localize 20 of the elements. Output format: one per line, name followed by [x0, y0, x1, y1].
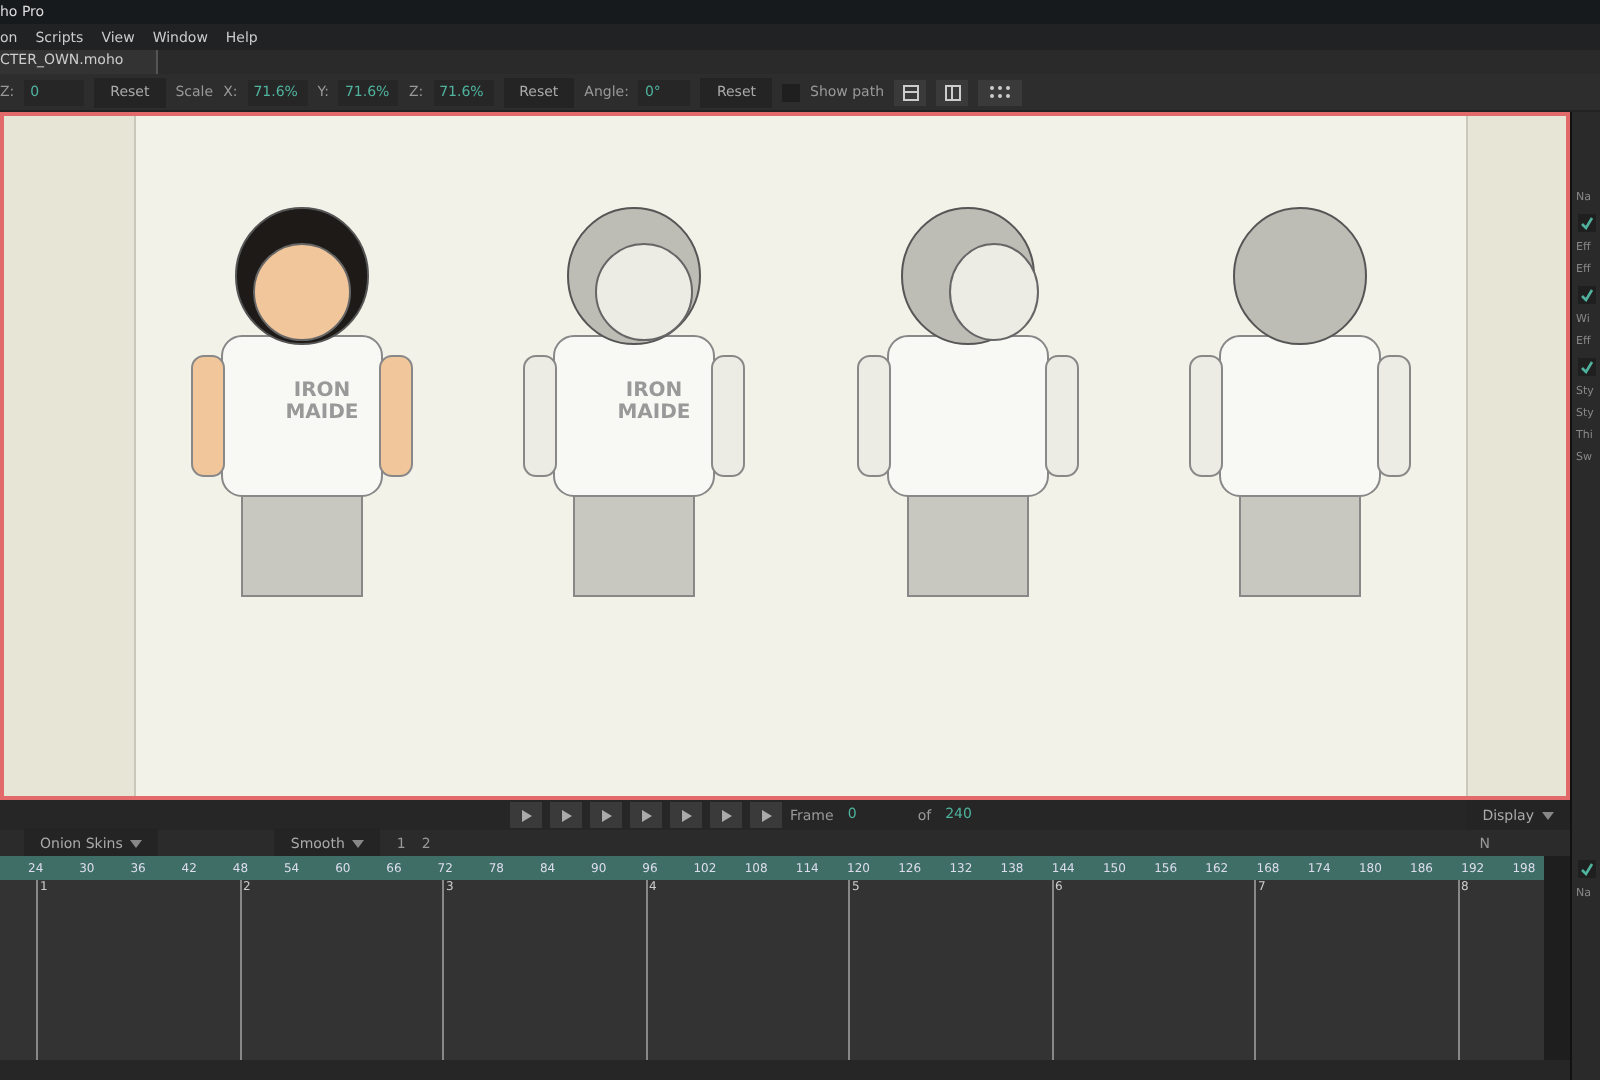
page-icon[interactable] [894, 79, 927, 105]
grid-dots-icon[interactable] [978, 79, 1023, 105]
caret-icon [352, 839, 365, 847]
horizontal-scrollbar[interactable] [0, 1060, 1570, 1080]
character-drawing: IRON MAIDE [504, 196, 765, 796]
playback-icon[interactable] [550, 802, 582, 828]
caret-icon [1542, 811, 1554, 819]
checkbox[interactable] [1578, 286, 1596, 304]
playback-icon[interactable] [710, 802, 742, 828]
page-icon[interactable] [936, 79, 969, 105]
playback-icon[interactable] [630, 802, 662, 828]
caret-icon [130, 839, 143, 847]
checkbox[interactable] [1578, 860, 1596, 878]
playback-icon[interactable] [590, 802, 622, 828]
character-drawing: IRON MAIDE [172, 196, 433, 796]
playback-icon[interactable] [750, 802, 782, 828]
playback-icon[interactable] [670, 802, 702, 828]
checkbox[interactable] [1578, 214, 1596, 232]
checkbox[interactable] [1578, 358, 1596, 376]
playback-icon[interactable] [510, 802, 542, 828]
